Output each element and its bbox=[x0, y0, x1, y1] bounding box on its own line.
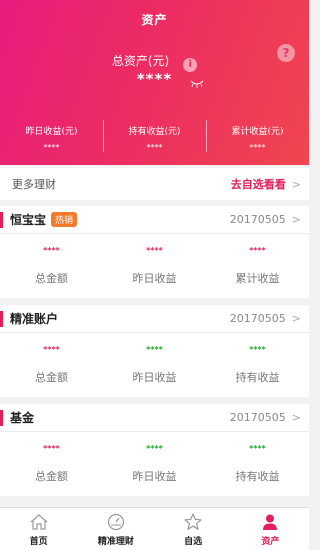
tab-watchlist[interactable]: 自选 bbox=[155, 508, 232, 550]
product-header[interactable]: 精准账户 20170505 > bbox=[0, 305, 309, 333]
metric-value: **** bbox=[43, 444, 60, 453]
stat-label: 持有收益(元) bbox=[128, 127, 181, 137]
metric-yesterday: **** 昨日收益 bbox=[103, 234, 206, 298]
assets-header: 资产 ? 总资产(元) i **** 昨日收益(元) **** 持有收益(元) *… bbox=[0, 0, 309, 165]
metric-yesterday: **** 昨日收益 bbox=[103, 333, 206, 397]
hot-badge: 热销 bbox=[51, 212, 78, 227]
accent-bar bbox=[0, 311, 3, 327]
chevron-right-icon: > bbox=[291, 312, 301, 325]
eye-closed-icon[interactable] bbox=[190, 80, 204, 88]
metric-total: **** 总金额 bbox=[0, 234, 103, 298]
tab-label: 自选 bbox=[184, 537, 203, 547]
metric-total: **** 总金额 bbox=[0, 432, 103, 496]
chevron-right-icon: > bbox=[291, 213, 301, 226]
metric-value: **** bbox=[146, 444, 163, 453]
metric-cumulative: **** 累计收益 bbox=[206, 234, 309, 298]
tab-home[interactable]: 首页 bbox=[0, 508, 77, 550]
metric-value: **** bbox=[43, 246, 60, 255]
metric-label: 总金额 bbox=[35, 371, 68, 384]
chevron-right-icon: > bbox=[291, 411, 301, 424]
tab-precise-finance[interactable]: 精准理财 bbox=[77, 508, 154, 550]
stat-label: 累计收益(元) bbox=[231, 127, 284, 137]
metric-value: **** bbox=[249, 345, 266, 354]
tab-label: 首页 bbox=[29, 537, 48, 547]
gauge-icon bbox=[107, 513, 124, 531]
metric-label: 昨日收益 bbox=[132, 371, 177, 384]
product-card-precise-account[interactable]: 精准账户 20170505 > **** 总金额 **** 昨日收益 **** … bbox=[0, 305, 309, 397]
metric-label: 总金额 bbox=[35, 272, 68, 285]
total-assets-value: **** bbox=[136, 70, 173, 88]
metric-label: 总金额 bbox=[35, 470, 68, 483]
metric-label: 持有收益 bbox=[235, 470, 280, 483]
metric-value: **** bbox=[249, 246, 266, 255]
stat-label: 昨日收益(元) bbox=[25, 127, 78, 137]
product-header[interactable]: 恒宝宝 热销 20170505 > bbox=[0, 206, 309, 234]
chevron-right-icon: > bbox=[291, 177, 301, 191]
metric-yesterday: **** 昨日收益 bbox=[103, 432, 206, 496]
tab-assets[interactable]: 资产 bbox=[232, 508, 309, 550]
product-card-fund[interactable]: 基金 20170505 > **** 总金额 **** 昨日收益 **** 持有… bbox=[0, 404, 309, 496]
bottom-tab-bar: 首页 精准理财 自选 资产 bbox=[0, 507, 309, 550]
metric-holding: **** 持有收益 bbox=[206, 333, 309, 397]
star-icon bbox=[184, 513, 202, 530]
user-icon bbox=[263, 514, 278, 530]
metric-value: **** bbox=[146, 246, 163, 255]
home-icon bbox=[30, 514, 48, 530]
tab-label: 资产 bbox=[261, 537, 280, 547]
product-name: 精准账户 bbox=[10, 312, 59, 326]
metric-label: 昨日收益 bbox=[132, 272, 177, 285]
more-finance-label: 更多理财 bbox=[12, 178, 56, 191]
accent-bar bbox=[0, 410, 3, 426]
stat-value: **** bbox=[146, 143, 163, 152]
product-header[interactable]: 基金 20170505 > bbox=[0, 404, 309, 432]
product-name: 恒宝宝 bbox=[10, 213, 47, 227]
go-watchlist-link[interactable]: 去自选看看 bbox=[231, 176, 286, 192]
total-assets-label: 总资产(元) bbox=[111, 54, 170, 68]
product-card-hengbaobao[interactable]: 恒宝宝 热销 20170505 > **** 总金额 **** 昨日收益 ***… bbox=[0, 206, 309, 298]
page-title: 资产 bbox=[141, 13, 168, 27]
stat-yesterday-income: 昨日收益(元) **** bbox=[0, 118, 103, 154]
product-date: 20170505 bbox=[229, 213, 286, 226]
product-name: 基金 bbox=[10, 411, 35, 425]
metric-label: 累计收益 bbox=[235, 272, 280, 285]
more-finance-row[interactable]: 更多理财 去自选看看 > bbox=[0, 168, 309, 200]
tab-label: 精准理财 bbox=[97, 537, 134, 547]
stat-value: **** bbox=[249, 143, 266, 152]
metric-value: **** bbox=[43, 345, 60, 354]
stat-value: **** bbox=[43, 143, 60, 152]
metric-label: 持有收益 bbox=[235, 371, 280, 384]
total-assets-label-row: 总资产(元) i bbox=[0, 52, 309, 72]
metric-holding: **** 持有收益 bbox=[206, 432, 309, 496]
product-date: 20170505 bbox=[229, 312, 286, 325]
accent-bar bbox=[0, 212, 3, 228]
product-metrics: **** 总金额 **** 昨日收益 **** 持有收益 bbox=[0, 432, 309, 496]
product-date: 20170505 bbox=[229, 411, 286, 424]
product-metrics: **** 总金额 **** 昨日收益 **** 累计收益 bbox=[0, 234, 309, 298]
metric-value: **** bbox=[146, 345, 163, 354]
income-stats: 昨日收益(元) **** 持有收益(元) **** 累计收益(元) **** bbox=[0, 118, 309, 154]
metric-total: **** 总金额 bbox=[0, 333, 103, 397]
metric-value: **** bbox=[249, 444, 266, 453]
product-metrics: **** 总金额 **** 昨日收益 **** 持有收益 bbox=[0, 333, 309, 397]
metric-label: 昨日收益 bbox=[132, 470, 177, 483]
stat-holding-income: 持有收益(元) **** bbox=[103, 118, 206, 154]
stat-cumulative-income: 累计收益(元) **** bbox=[206, 118, 309, 154]
